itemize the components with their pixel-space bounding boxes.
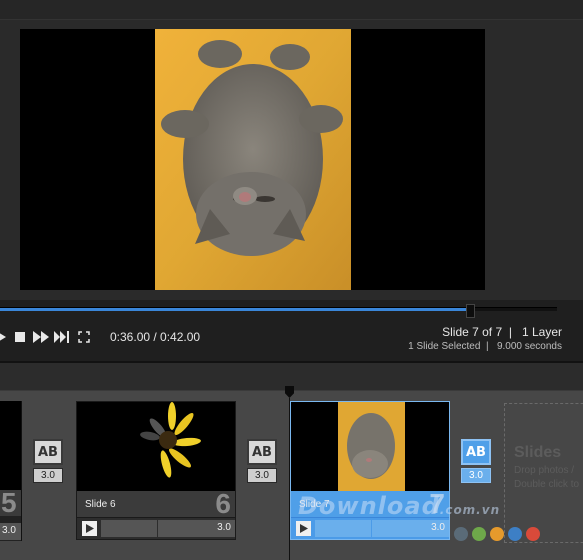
preview-photo-kitten bbox=[155, 29, 351, 290]
transition-icon[interactable]: AB bbox=[247, 439, 277, 465]
watermark-dots bbox=[454, 527, 540, 541]
top-toolbar-strip bbox=[0, 0, 583, 20]
slide-position: Slide 7 of 7 bbox=[442, 325, 503, 339]
playback-time: 0:36.00 / 0:42.00 bbox=[110, 330, 201, 344]
watermark-dot bbox=[490, 527, 504, 541]
fast-forward-icon[interactable] bbox=[33, 329, 49, 345]
transition-icon[interactable]: AB bbox=[461, 439, 491, 465]
slide-duration[interactable]: 3.0 bbox=[372, 520, 449, 537]
slide-title: Slide 6 bbox=[85, 499, 116, 510]
slide-info: Slide 7 of 7 | 1 Layer bbox=[442, 325, 562, 339]
slide-thumbnail bbox=[291, 402, 449, 491]
selection-info: 1 Slide Selected | 9.000 seconds bbox=[408, 341, 562, 352]
slide-thumbnail bbox=[77, 402, 235, 491]
slide-duration[interactable]: 3.0 bbox=[158, 520, 235, 537]
transition-6-7[interactable]: AB 3.0 bbox=[247, 439, 277, 483]
transition-duration[interactable]: 3.0 bbox=[33, 468, 63, 483]
slide-effects-field[interactable] bbox=[315, 520, 371, 537]
selection-duration: 9.000 seconds bbox=[496, 341, 562, 352]
transition-icon[interactable]: AB bbox=[33, 439, 63, 465]
slide-number: 5 bbox=[1, 487, 17, 518]
dropzone-hint-1: Drop photos / bbox=[514, 465, 575, 476]
slide-effects-field[interactable] bbox=[101, 520, 157, 537]
selection-count: 1 Slide Selected bbox=[408, 341, 481, 352]
slide-label-bar: Slide 6 6 bbox=[77, 488, 235, 519]
slide-duration[interactable]: 3.0 bbox=[0, 523, 21, 540]
skip-end-icon[interactable] bbox=[54, 329, 70, 345]
transition-5-6[interactable]: AB 3.0 bbox=[33, 439, 63, 483]
playhead-line bbox=[289, 398, 290, 560]
transition-7-end[interactable]: AB 3.0 bbox=[461, 439, 491, 483]
watermark-dot bbox=[508, 527, 522, 541]
transport-controls: 0:36.00 / 0:42.00 Slide 7 of 7 | 1 Layer… bbox=[0, 324, 583, 352]
watermark-text: Download bbox=[298, 492, 440, 520]
watermark-dot bbox=[472, 527, 486, 541]
scrubber-handle[interactable] bbox=[466, 304, 475, 318]
watermark: Download.com.vn bbox=[298, 492, 500, 520]
fullscreen-icon[interactable] bbox=[76, 329, 92, 345]
watermark-dot bbox=[526, 527, 540, 541]
stop-icon[interactable] bbox=[12, 329, 28, 345]
play-icon[interactable] bbox=[82, 521, 97, 536]
slide-thumbnail bbox=[0, 401, 21, 490]
slide-card-5[interactable]: 5 3.0 bbox=[0, 401, 22, 541]
layer-count: 1 Layer bbox=[521, 325, 562, 339]
slide-card-6[interactable]: Slide 6 6 3.0 bbox=[76, 401, 236, 540]
play-icon[interactable] bbox=[0, 329, 10, 345]
play-icon[interactable] bbox=[296, 521, 311, 536]
slide-number: 6 bbox=[215, 488, 231, 519]
dropzone-hint-2: Double click to bbox=[514, 479, 580, 490]
watermark-dot bbox=[454, 527, 468, 541]
slide-controls: 3.0 bbox=[291, 517, 449, 539]
scrubber-progress bbox=[0, 308, 468, 311]
transition-duration[interactable]: 3.0 bbox=[461, 468, 491, 483]
slide-label-bar: 5 bbox=[0, 487, 21, 518]
dropzone-title: Slides bbox=[514, 444, 562, 461]
watermark-suffix: .com.vn bbox=[439, 503, 501, 517]
slide-controls: 3.0 bbox=[77, 517, 235, 539]
transition-duration[interactable]: 3.0 bbox=[247, 468, 277, 483]
